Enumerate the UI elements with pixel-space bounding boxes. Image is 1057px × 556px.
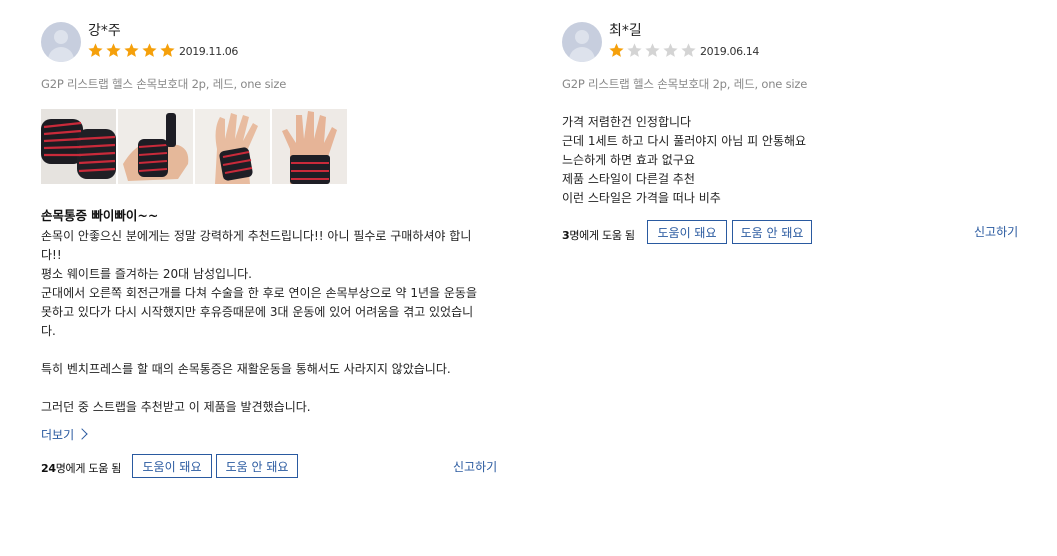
helpful-count-suffix: 명에게 도움 됨 (569, 229, 635, 242)
star-filled-icon (88, 43, 103, 57)
review-content: 가격 저렴한건 인정합니다근데 1세트 하고 다시 풀러야지 아님 피 안통해요… (562, 113, 1022, 208)
star-rating (87, 42, 176, 59)
wrist-wrap-photo-1[interactable] (41, 109, 116, 184)
review-date: 2019.11.06 (179, 45, 238, 58)
chevron-right-icon (76, 427, 88, 440)
helpful-yes-button[interactable]: 도움이 돼요 (132, 454, 212, 478)
helpful-count: 24명에게 도움 됨 (41, 460, 121, 476)
helpful-count-number: 24 (41, 462, 56, 475)
helpful-yes-button[interactable]: 도움이 돼요 (647, 220, 727, 244)
review-content-line: 이런 스타일은 가격을 떠나 비추 (562, 191, 721, 205)
star-empty-icon (627, 43, 642, 57)
avatar (562, 22, 602, 62)
reviewer-name: 최*길 (609, 23, 642, 39)
helpful-count-suffix: 명에게 도움 됨 (55, 462, 122, 475)
review-content: 손목이 안좋으신 분에게는 정말 강력하게 추천드립니다!! 아니 필수로 구매… (41, 227, 511, 417)
review-content-line: 느슨하게 하면 효과 없구요 (562, 153, 695, 167)
product-option: G2P 리스트랩 헬스 손목보호대 2p, 레드, one size (41, 77, 287, 91)
helpful-no-button[interactable]: 도움 안 돼요 (216, 454, 298, 478)
review-content-line: 군대에서 오른쪽 회전근개를 다쳐 수술을 한 후로 연이은 손목부상으로 약 … (41, 286, 477, 300)
avatar (41, 22, 81, 62)
review-content-line: 못하고 있다가 다시 시작했지만 후유증때문에 3대 운동에 있어 어려움을 겪… (41, 305, 474, 319)
star-empty-icon (681, 43, 696, 57)
review-content-line: 특히 벤치프레스를 할 때의 손목통증은 재활운동을 통해서도 사라지지 않았습… (41, 362, 451, 376)
star-empty-icon (645, 43, 660, 57)
review-content-line: 다. (41, 324, 56, 338)
review-content-line: 다!! (41, 248, 62, 262)
review-content-line: 그러던 중 스트랩을 추천받고 이 제품을 발견했습니다. (41, 400, 311, 414)
review-date: 2019.06.14 (700, 45, 759, 58)
star-filled-icon (124, 43, 139, 57)
star-filled-icon (106, 43, 121, 57)
helpful-no-button[interactable]: 도움 안 돼요 (732, 220, 812, 244)
star-filled-icon (160, 43, 175, 57)
wrist-wrap-photo-4[interactable] (272, 109, 347, 184)
review-content-line: 평소 웨이트를 즐겨하는 20대 남성입니다. (41, 267, 252, 281)
review-photos (41, 109, 347, 184)
review-content-line (41, 379, 511, 398)
star-rating (608, 42, 697, 59)
reviewer-name: 강*주 (88, 23, 121, 39)
review-content-line: 제품 스타일이 다른걸 추천 (562, 172, 695, 186)
product-option: G2P 리스트랩 헬스 손목보호대 2p, 레드, one size (562, 77, 808, 91)
star-empty-icon (663, 43, 678, 57)
more-link-label: 더보기 (41, 428, 75, 442)
star-filled-icon (609, 43, 624, 57)
review-content-line: 근데 1세트 하고 다시 풀러야지 아님 피 안통해요 (562, 134, 807, 148)
helpful-count: 3명에게 도움 됨 (562, 227, 635, 243)
review-content-line: 손목이 안좋으신 분에게는 정말 강력하게 추천드립니다!! 아니 필수로 구매… (41, 229, 472, 243)
report-link[interactable]: 신고하기 (974, 223, 1018, 240)
review-content-line (41, 341, 511, 360)
star-filled-icon (142, 43, 157, 57)
review-headline: 손목통증 빠이빠이~~ (41, 208, 159, 223)
review-content-line: 가격 저렴한건 인정합니다 (562, 115, 692, 129)
wrist-wrap-photo-2[interactable] (118, 109, 193, 184)
more-link[interactable]: 더보기 (41, 426, 88, 443)
report-link[interactable]: 신고하기 (453, 458, 497, 475)
wrist-wrap-photo-3[interactable] (195, 109, 270, 184)
